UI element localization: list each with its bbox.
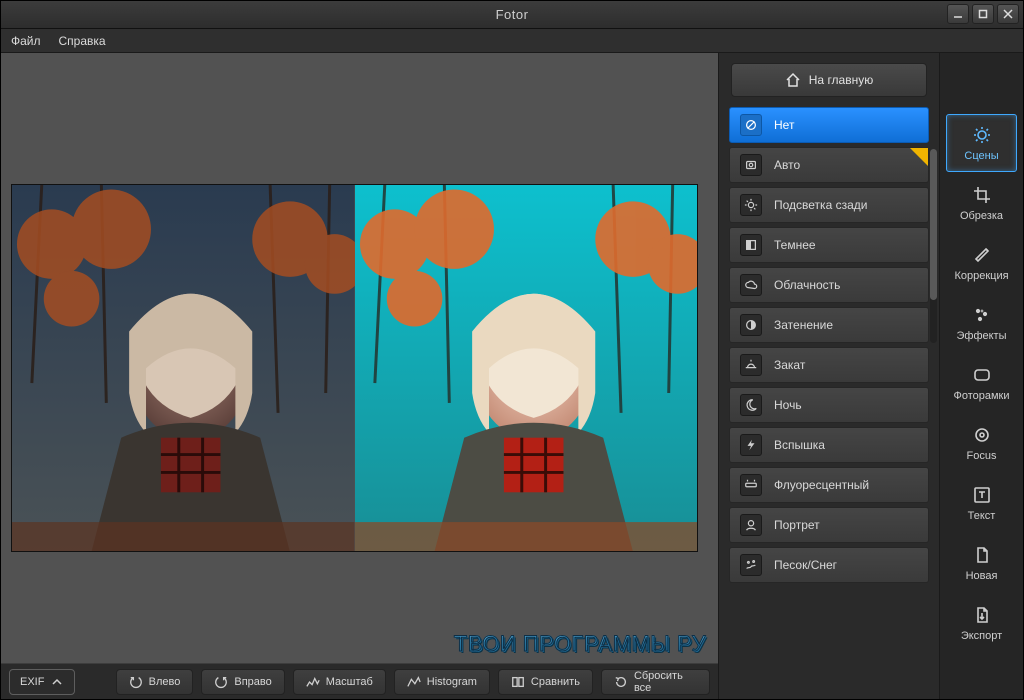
- histogram-button[interactable]: Histogram: [394, 669, 490, 695]
- tool-label: Фоторамки: [953, 390, 1009, 402]
- scene-item-portrait[interactable]: Портрет: [729, 507, 929, 543]
- histogram-icon: [306, 675, 320, 689]
- effects-icon: [971, 304, 993, 326]
- exif-button[interactable]: EXIF: [9, 669, 75, 695]
- frames-icon: [971, 364, 993, 386]
- rotate-left-icon: [129, 675, 143, 689]
- export-icon: [971, 604, 993, 626]
- canvas-area: ТВОИ ПРОГРАММЫ РУ EXIF Влево Вправо: [1, 53, 718, 699]
- scene-label: Авто: [774, 158, 800, 172]
- scene-label: Ночь: [774, 398, 802, 412]
- flag-icon: [910, 148, 928, 166]
- compare-preview[interactable]: [11, 184, 698, 552]
- menu-bar: Файл Справка: [1, 29, 1023, 53]
- night-icon: [740, 394, 762, 416]
- tool-label: Коррекция: [954, 270, 1008, 282]
- new-icon: [971, 544, 993, 566]
- scene-item-night[interactable]: Ночь: [729, 387, 929, 423]
- edited-photo: [355, 185, 698, 551]
- sunset-icon: [740, 354, 762, 376]
- app-title: Fotor: [496, 7, 529, 22]
- scene-item-auto[interactable]: Авто: [729, 147, 929, 183]
- scenes-icon: [971, 124, 993, 146]
- scene-label: Темнее: [774, 238, 816, 252]
- scene-label: Флуоресцентный: [774, 478, 869, 492]
- scene-item-none[interactable]: Нет: [729, 107, 929, 143]
- scene-label: Вспышка: [774, 438, 825, 452]
- scene-label: Портрет: [774, 518, 820, 532]
- focus-icon: [971, 424, 993, 446]
- tool-scenes[interactable]: Сцены: [946, 114, 1017, 172]
- scene-label: Подсветка сзади: [774, 198, 867, 212]
- scene-scrollbar[interactable]: [930, 149, 937, 343]
- watermark-text: ТВОИ ПРОГРАММЫ РУ: [454, 631, 706, 657]
- adjust-icon: [971, 244, 993, 266]
- tool-label: Эффекты: [956, 330, 1006, 342]
- minimize-button[interactable]: [947, 4, 969, 24]
- tool-label: Текст: [968, 510, 996, 522]
- scene-label: Облачность: [774, 278, 840, 292]
- tool-export[interactable]: Экспорт: [946, 594, 1017, 652]
- bottom-toolbar: EXIF Влево Вправо Масштаб: [1, 663, 718, 699]
- menu-file[interactable]: Файл: [11, 34, 41, 48]
- scene-item-darken[interactable]: Темнее: [729, 227, 929, 263]
- scene-item-sunset[interactable]: Закат: [729, 347, 929, 383]
- fluorescent-icon: [740, 474, 762, 496]
- scene-panel: На главную Нет Авто Подсветка сзади Темнее О…: [719, 53, 939, 699]
- title-bar: Fotor: [1, 1, 1023, 29]
- tool-adjust[interactable]: Коррекция: [946, 234, 1017, 292]
- tool-new[interactable]: Новая: [946, 534, 1017, 592]
- none-icon: [740, 114, 762, 136]
- auto-icon: [740, 154, 762, 176]
- scene-item-sand_snow[interactable]: Песок/Снег: [729, 547, 929, 583]
- tool-crop[interactable]: Обрезка: [946, 174, 1017, 232]
- chart-icon: [407, 675, 421, 689]
- tool-label: Focus: [967, 450, 997, 462]
- rotate-right-button[interactable]: Вправо: [201, 669, 284, 695]
- reset-button[interactable]: Сбросить все: [601, 669, 710, 695]
- reset-icon: [614, 675, 628, 689]
- scene-item-cloudy[interactable]: Облачность: [729, 267, 929, 303]
- close-button[interactable]: [997, 4, 1019, 24]
- tool-effects[interactable]: Эффекты: [946, 294, 1017, 352]
- tool-label: Сцены: [964, 150, 998, 162]
- rotate-right-icon: [214, 675, 228, 689]
- scene-item-flash[interactable]: Вспышка: [729, 427, 929, 463]
- compare-button[interactable]: Сравнить: [498, 669, 593, 695]
- tool-frames[interactable]: Фоторамки: [946, 354, 1017, 412]
- crop-icon: [971, 184, 993, 206]
- darken-icon: [740, 234, 762, 256]
- scene-label: Песок/Снег: [774, 558, 837, 572]
- scene-label: Затенение: [774, 318, 833, 332]
- chevron-up-icon: [50, 675, 64, 689]
- scene-item-fluorescent[interactable]: Флуоресцентный: [729, 467, 929, 503]
- zoom-button[interactable]: Масштаб: [293, 669, 386, 695]
- menu-help[interactable]: Справка: [59, 34, 106, 48]
- maximize-button[interactable]: [972, 4, 994, 24]
- sand_snow-icon: [740, 554, 762, 576]
- scene-item-shade[interactable]: Затенение: [729, 307, 929, 343]
- cloudy-icon: [740, 274, 762, 296]
- tool-focus[interactable]: Focus: [946, 414, 1017, 472]
- tool-label: Обрезка: [960, 210, 1003, 222]
- compare-icon: [511, 675, 525, 689]
- backlit-icon: [740, 194, 762, 216]
- shade-icon: [740, 314, 762, 336]
- scene-label: Нет: [774, 118, 794, 132]
- text-icon: [971, 484, 993, 506]
- tool-text[interactable]: Текст: [946, 474, 1017, 532]
- portrait-icon: [740, 514, 762, 536]
- tool-strip: Сцены Обрезка Коррекция Эффекты Фоторамки Foc…: [939, 53, 1023, 699]
- flash-icon: [740, 434, 762, 456]
- tool-label: Экспорт: [961, 630, 1002, 642]
- original-photo: [12, 185, 355, 551]
- tool-label: Новая: [966, 570, 998, 582]
- scene-label: Закат: [774, 358, 805, 372]
- scene-item-backlit[interactable]: Подсветка сзади: [729, 187, 929, 223]
- home-button[interactable]: На главную: [731, 63, 927, 97]
- rotate-left-button[interactable]: Влево: [116, 669, 194, 695]
